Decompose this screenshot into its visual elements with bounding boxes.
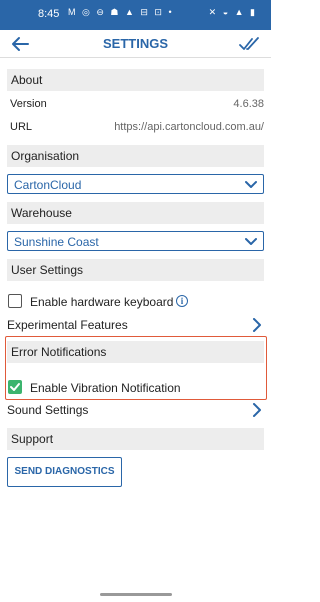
hardware-keyboard-label: Enable hardware keyboard [30,295,174,309]
section-header-organisation: Organisation [7,145,264,167]
organisation-select[interactable]: CartonCloud [7,174,264,194]
version-label: Version [10,98,47,110]
version-value: 4.6.38 [233,98,264,110]
url-value: https://api.cartoncloud.com.au/ [114,121,264,133]
url-label: URL [10,121,33,133]
chevron-right-icon [253,403,261,417]
status-bar: 8:45 M ◎ ⊖ ☗ ▲ ⊟ ⊡ • ✕ ◒ ▲ ▮ [0,0,271,30]
section-header-user-settings: User Settings [7,259,264,281]
chevron-down-icon [245,181,257,188]
page-title: SETTINGS [102,36,168,51]
home-indicator[interactable] [100,593,172,596]
organisation-selected-value: CartonCloud [14,178,82,192]
sound-settings-row[interactable]: Sound Settings [7,403,264,419]
section-header-about: About [7,69,264,91]
highlight-box [5,336,267,400]
experimental-features-label: Experimental Features [7,318,128,332]
version-row: Version 4.6.38 [10,98,264,110]
send-diagnostics-button[interactable]: SEND DIAGNOSTICS [7,457,122,487]
url-row: URL https://api.cartoncloud.com.au/ [10,121,264,133]
double-check-icon[interactable] [239,35,261,53]
chevron-down-icon [245,238,257,245]
status-time: 8:45 [38,8,60,20]
section-header-warehouse: Warehouse [7,202,264,224]
experimental-features-row[interactable]: Experimental Features [7,318,264,334]
warehouse-select[interactable]: Sunshine Coast [7,231,264,251]
status-notification-icons: M ◎ ⊖ ☗ ▲ ⊟ ⊡ • [68,7,174,17]
info-icon[interactable]: i [176,295,188,307]
hardware-keyboard-checkbox[interactable] [8,294,22,308]
app-bar: SETTINGS [0,30,271,58]
warehouse-selected-value: Sunshine Coast [14,235,99,249]
chevron-right-icon [253,318,261,332]
section-header-support: Support [7,428,264,450]
status-system-icons: ✕ ◒ ▲ ▮ [208,7,257,17]
sound-settings-label: Sound Settings [7,403,89,417]
